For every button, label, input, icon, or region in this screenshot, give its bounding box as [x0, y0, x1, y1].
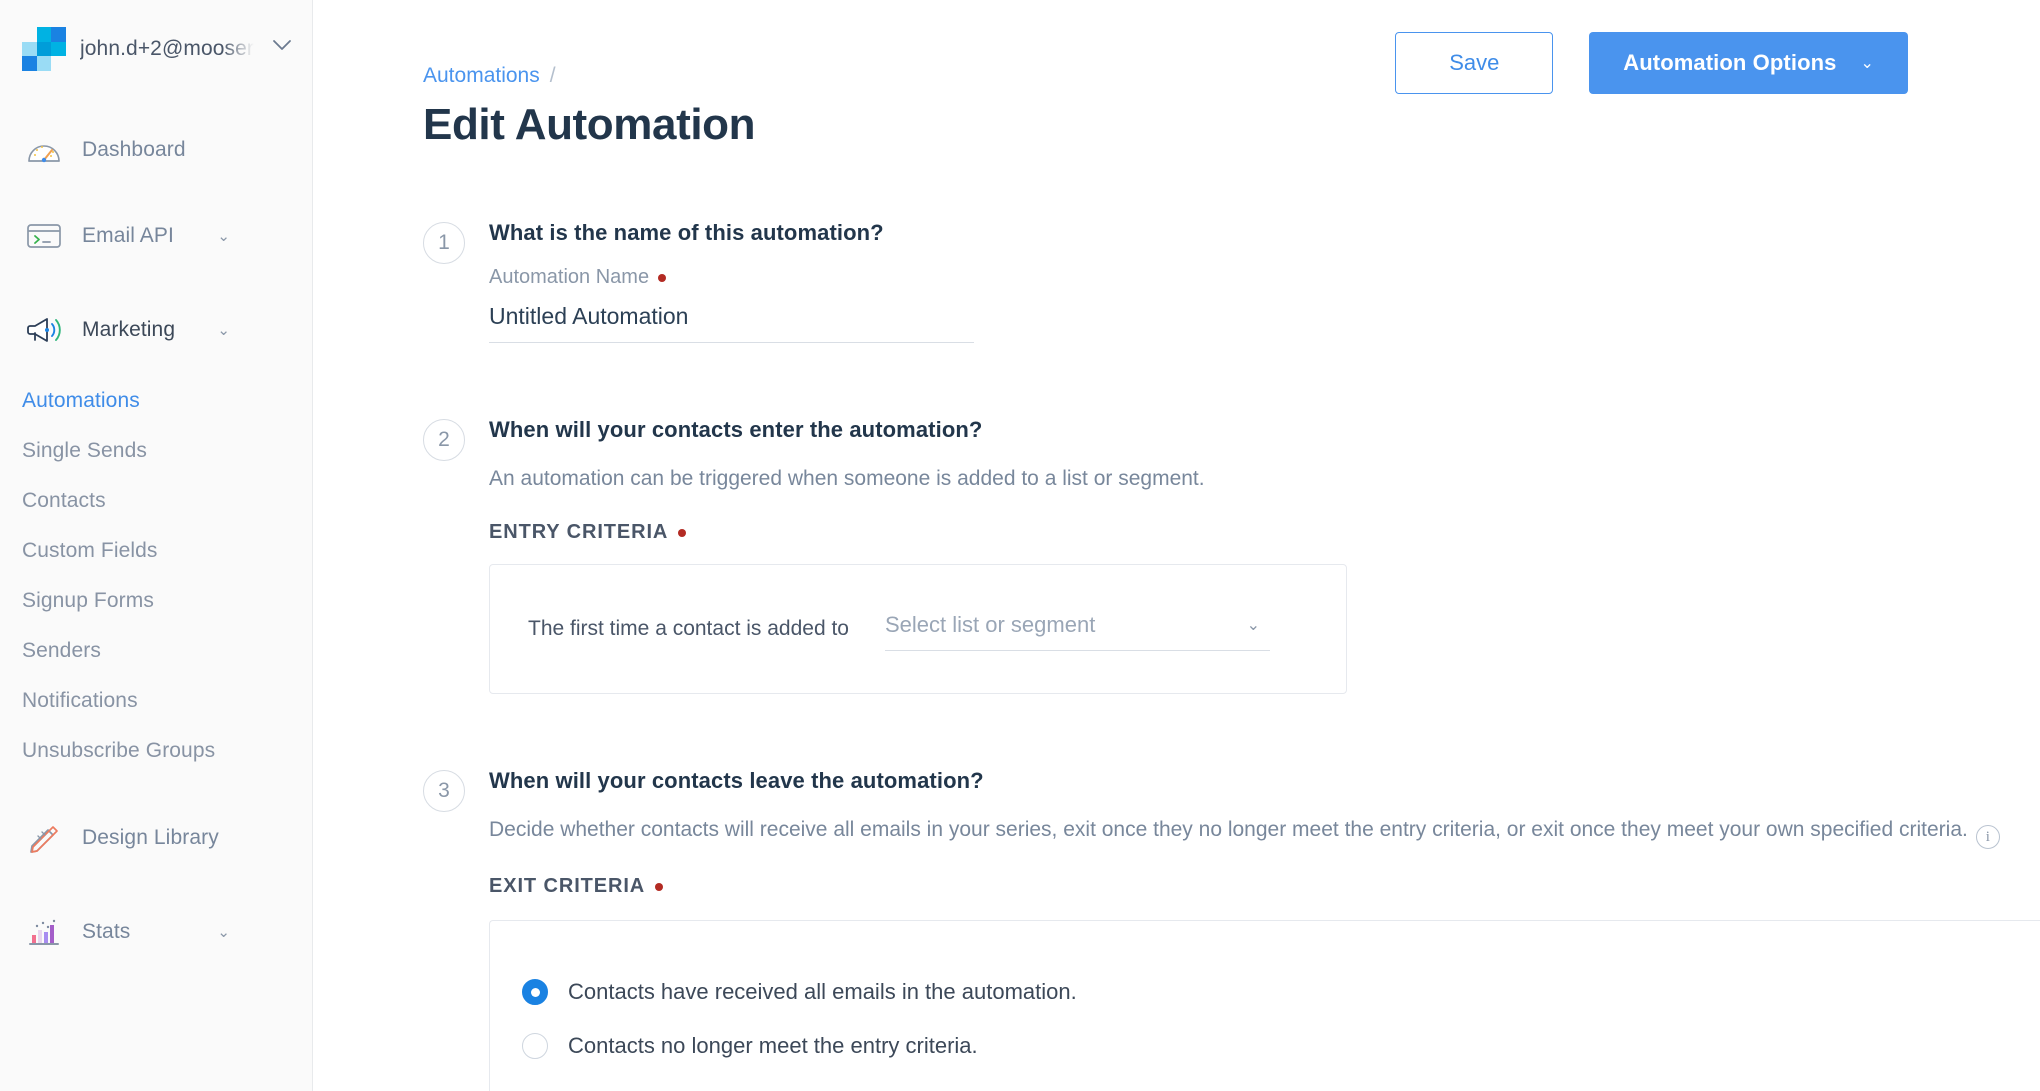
entry-trigger-text: The first time a contact is added to [528, 617, 849, 641]
exit-criteria-label: EXIT CRITERIA [489, 875, 2040, 898]
entry-criteria-card: The first time a contact is added to Sel… [489, 564, 1347, 695]
chevron-down-icon[interactable] [272, 38, 292, 56]
sidebar-item-automations[interactable]: Automations [0, 376, 312, 426]
sidebar-item-single-sends[interactable]: Single Sends [0, 426, 312, 476]
account-email: john.d+2@mooser [80, 37, 255, 60]
step-3-title: When will your contacts leave the automa… [489, 768, 984, 794]
automation-name-input[interactable] [489, 299, 974, 344]
required-indicator [658, 273, 667, 282]
exit-option-all-emails[interactable]: Contacts have received all emails in the… [522, 965, 2040, 1019]
exit-option-label: Contacts no longer meet the entry criter… [568, 1033, 978, 1059]
sidebar-nav: Dashboard Email API ⌄ Marketing ⌄ Automa… [0, 74, 312, 964]
account-switcher[interactable]: john.d+2@mooser [0, 0, 312, 74]
step-2-description: An automation can be triggered when some… [489, 467, 1205, 491]
section-label-text: EXIT CRITERIA [489, 875, 646, 898]
breadcrumb: Automations / [423, 0, 755, 88]
required-indicator [678, 528, 687, 537]
step-number: 3 [423, 770, 465, 813]
required-indicator [655, 882, 664, 891]
step-3-description-text: Decide whether contacts will receive all… [489, 818, 1968, 842]
step-2: 2 When will your contacts enter the auto… [423, 417, 2040, 695]
automation-options-button[interactable]: Automation Options ⌄ [1589, 32, 1908, 94]
sidebar-item-notifications[interactable]: Notifications [0, 676, 312, 726]
step-2-title: When will your contacts enter the automa… [489, 417, 983, 443]
chevron-down-icon[interactable]: ⌄ [217, 227, 230, 245]
sidebar-item-signup-forms[interactable]: Signup Forms [0, 576, 312, 626]
sidebar-item-dashboard[interactable]: Dashboard [0, 118, 312, 182]
page-header: Automations / Edit Automation Save Autom… [423, 0, 2040, 150]
entry-criteria-label: ENTRY CRITERIA [489, 521, 2040, 544]
page-actions: Save Automation Options ⌄ [1395, 32, 1908, 94]
save-button[interactable]: Save [1395, 32, 1554, 94]
megaphone-icon [22, 308, 66, 352]
sidebar-item-label: Marketing [82, 318, 176, 341]
step-number: 2 [423, 419, 465, 462]
sendgrid-logo-icon [22, 27, 66, 71]
chevron-down-icon[interactable]: ⌄ [217, 321, 230, 339]
step-3: 3 When will your contacts leave the auto… [423, 768, 2040, 1091]
sidebar-item-stats[interactable]: Stats ⌄ [0, 900, 312, 964]
breadcrumb-link-automations[interactable]: Automations [423, 64, 540, 88]
list-or-segment-select[interactable]: Select list or segment ⌄ [885, 608, 1270, 651]
sidebar-item-label: Email API [82, 224, 174, 247]
exit-option-no-longer-meet[interactable]: Contacts no longer meet the entry criter… [522, 1019, 2040, 1073]
sidebar-item-senders[interactable]: Senders [0, 626, 312, 676]
chevron-down-icon[interactable]: ⌄ [217, 923, 230, 941]
ruler-pencil-icon [22, 816, 66, 860]
step-3-description: Decide whether contacts will receive all… [489, 814, 2019, 850]
page-title: Edit Automation [423, 100, 756, 149]
sidebar-item-label: Stats [82, 920, 131, 943]
select-placeholder: Select list or segment [885, 611, 1096, 637]
sidebar-item-label: Dashboard [82, 138, 186, 161]
step-1-title: What is the name of this automation? [489, 220, 884, 246]
automation-options-label: Automation Options [1623, 50, 1837, 75]
radio-button-selected[interactable] [522, 979, 548, 1006]
radio-button-unselected[interactable] [522, 1033, 548, 1060]
chevron-down-icon: ⌄ [1246, 616, 1260, 634]
step-number: 1 [423, 222, 465, 265]
info-icon[interactable]: i [1975, 825, 2000, 850]
exit-criteria-card: Contacts have received all emails in the… [489, 920, 2040, 1091]
bar-chart-icon [22, 910, 66, 954]
sidebar-item-label: Design Library [82, 826, 219, 849]
automation-name-label: Automation Name [489, 266, 2040, 289]
terminal-icon [22, 214, 66, 258]
sidebar: john.d+2@mooser Dashboard Email API ⌄ Ma… [0, 0, 313, 1091]
section-label-text: ENTRY CRITERIA [489, 521, 669, 544]
breadcrumb-separator: / [549, 64, 556, 87]
sidebar-item-marketing[interactable]: Marketing ⌄ [0, 298, 312, 362]
gauge-icon [22, 128, 66, 172]
chevron-down-icon: ⌄ [1860, 55, 1874, 72]
exit-option-label: Contacts have received all emails in the… [568, 979, 1077, 1005]
app-root: john.d+2@mooser Dashboard Email API ⌄ Ma… [0, 0, 2040, 1091]
sidebar-item-email-api[interactable]: Email API ⌄ [0, 204, 312, 268]
step-1: 1 What is the name of this automation? A… [423, 220, 2040, 344]
main-content: Automations / Edit Automation Save Autom… [313, 0, 2040, 1091]
field-label-text: Automation Name [489, 266, 650, 289]
sidebar-item-design-library[interactable]: Design Library [0, 806, 312, 870]
sidebar-item-unsubscribe-groups[interactable]: Unsubscribe Groups [0, 726, 312, 776]
sidebar-item-custom-fields[interactable]: Custom Fields [0, 526, 312, 576]
sidebar-item-contacts[interactable]: Contacts [0, 476, 312, 526]
